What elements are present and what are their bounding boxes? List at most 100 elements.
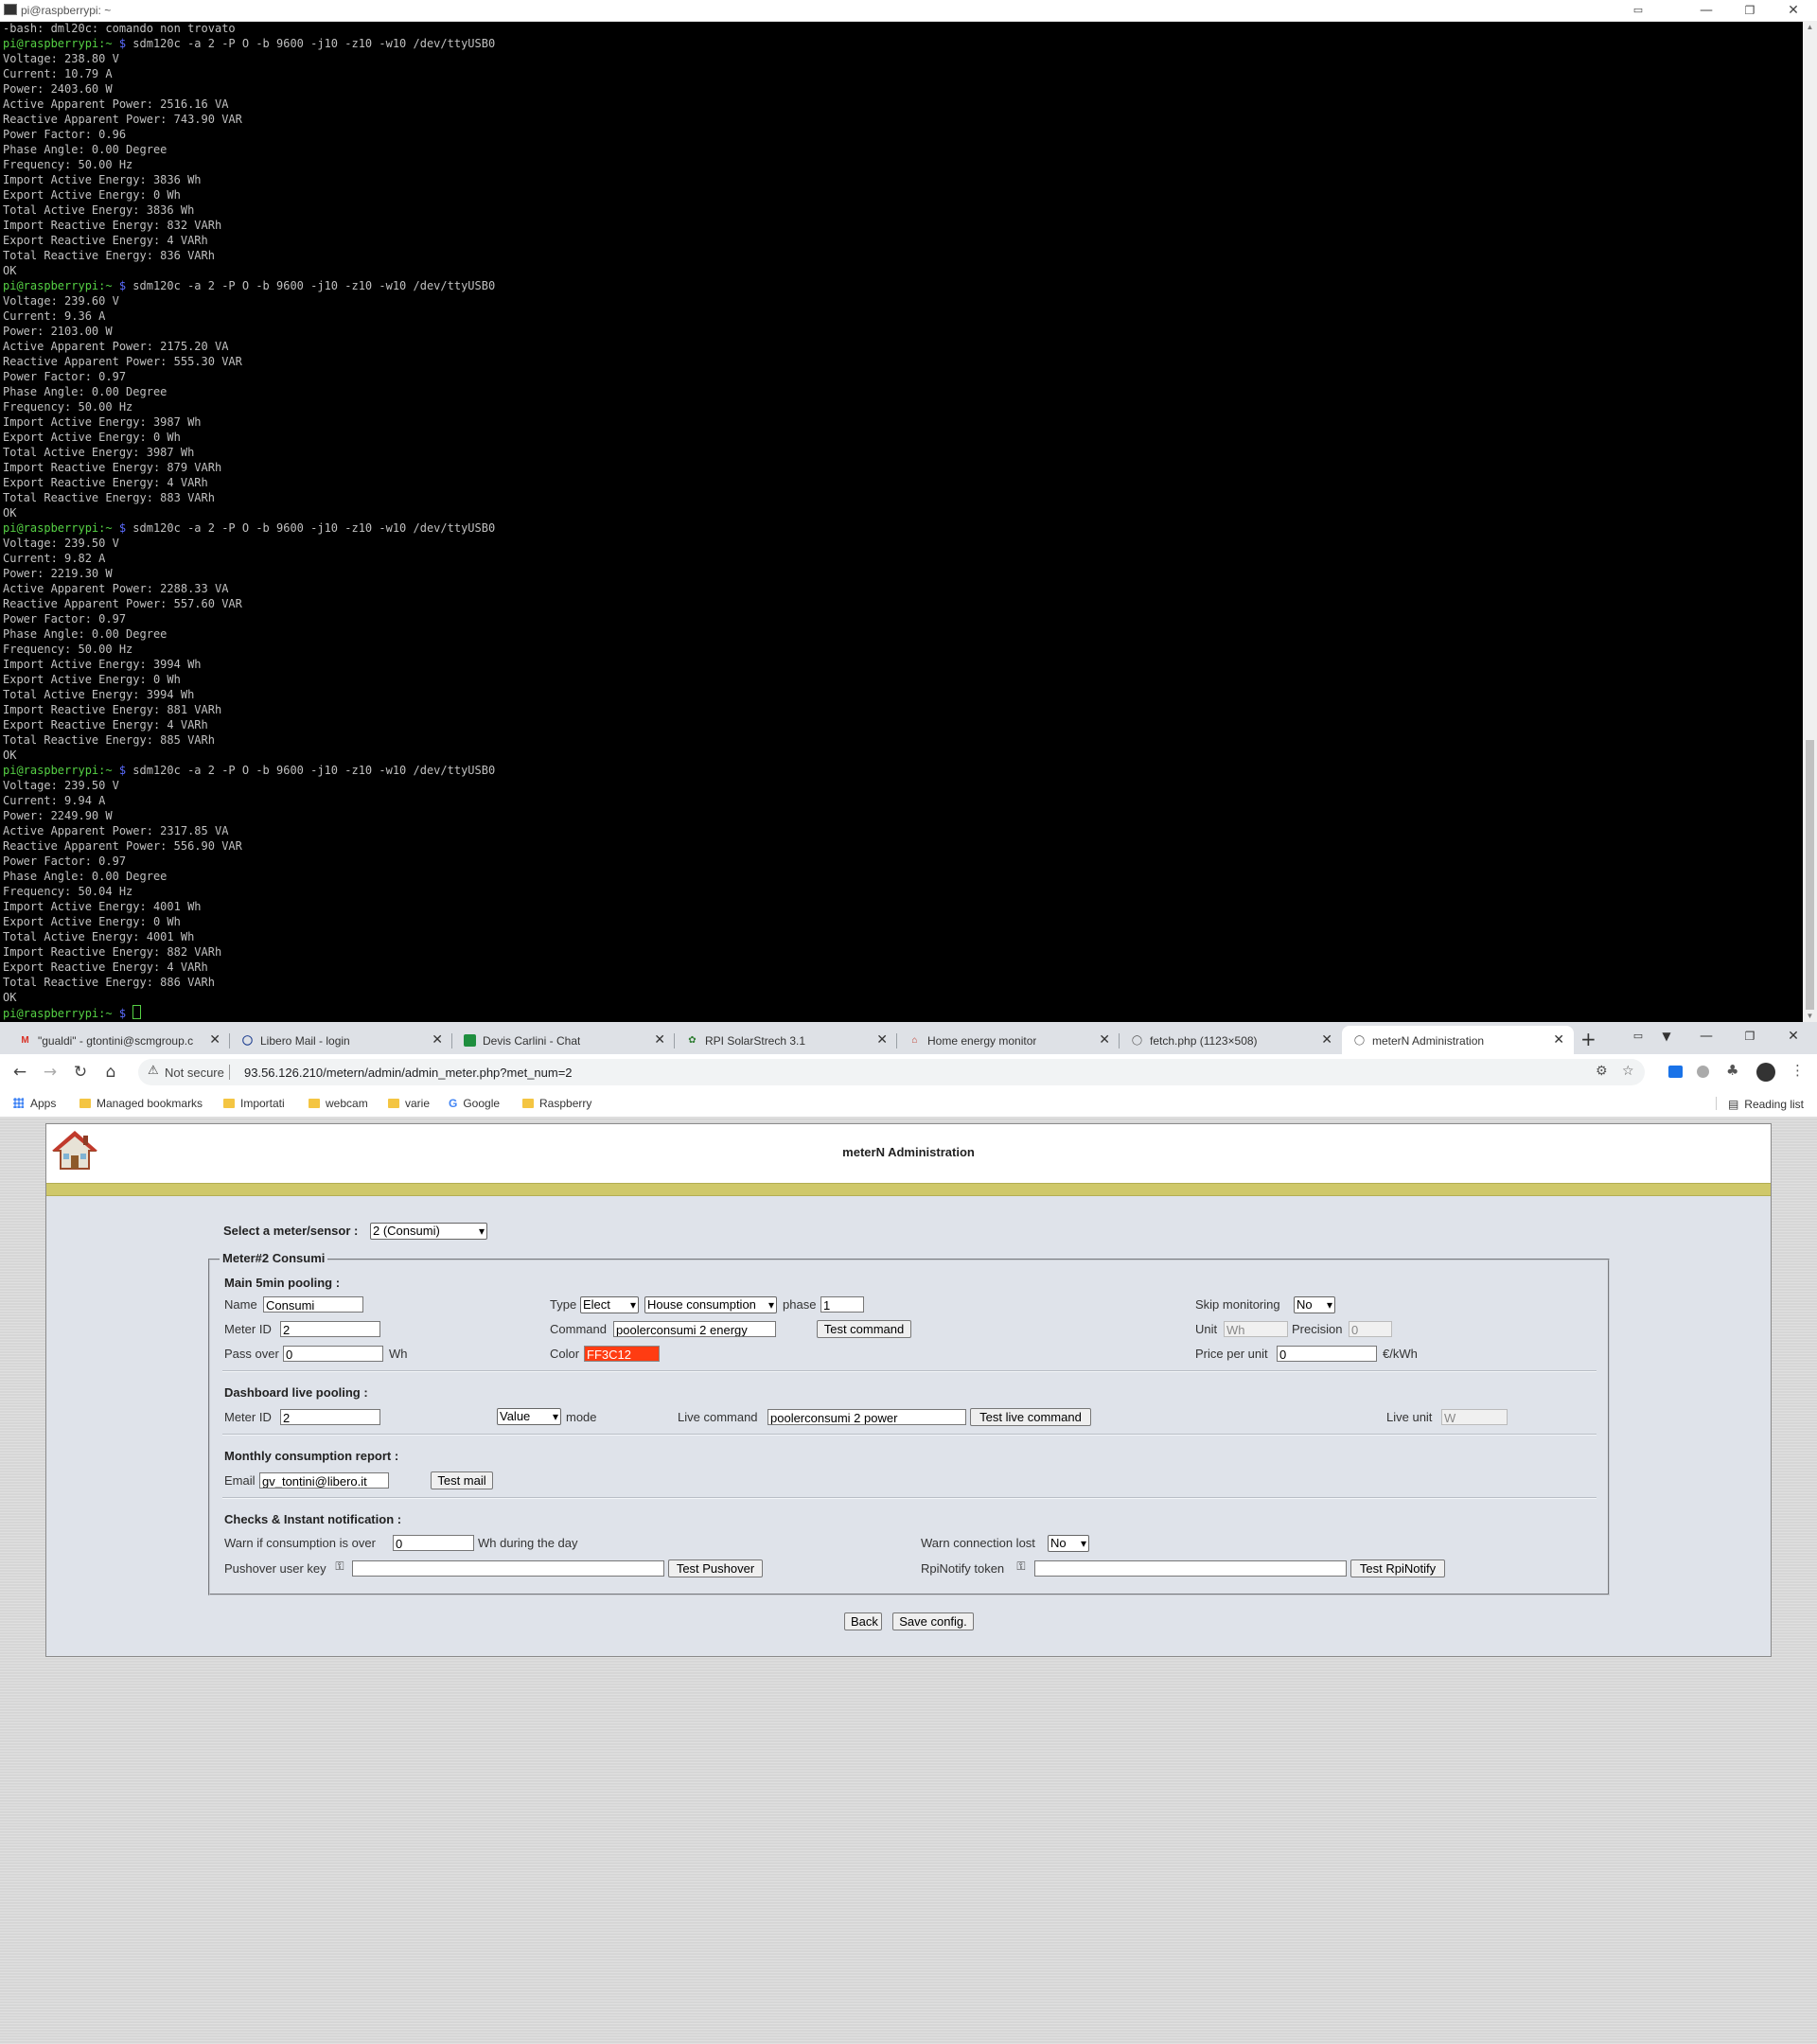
terminal-prompt-line: pi@raspberrypi:~ $ sdm120c -a 2 -P O -b … [3,36,1803,51]
test-command-button[interactable]: Test command [817,1320,911,1338]
security-label[interactable]: Not secure [165,1066,224,1080]
price-per-unit-input[interactable]: 0 [1277,1346,1377,1362]
save-config-button[interactable]: Save config. [892,1612,974,1630]
extension-icon[interactable] [1668,1066,1683,1078]
folder-icon [388,1099,399,1108]
admin-title: meterN Administration [842,1145,975,1159]
pass-over-input[interactable]: 0 [283,1346,383,1362]
tab-chat[interactable]: Devis Carlini - Chat ✕ [452,1026,675,1054]
bookmark-importati[interactable]: Importati [223,1097,285,1110]
tab-gmail[interactable]: M "gualdi" - gtontini@scmgroup.c ✕ [8,1026,230,1054]
new-tab-icon[interactable]: + [1580,1028,1596,1050]
restore-button[interactable]: ❐ [1728,0,1772,21]
globe-icon: ◯ [1353,1035,1366,1046]
tab-libero[interactable]: ◯ Libero Mail - login ✕ [230,1026,452,1054]
precision-input[interactable]: 0 [1349,1321,1392,1337]
tab-search-icon[interactable]: ▼ [1645,1022,1688,1050]
terminal-line: Power Factor: 0.96 [3,128,127,141]
scrollbar-thumb[interactable] [1806,740,1814,1010]
name-input[interactable]: Consumi [263,1296,363,1313]
terminal-line: Phase Angle: 0.00 Degree [3,385,168,398]
rpinotify-label: RpiNotify token [921,1561,1005,1576]
email-input[interactable]: gv_tontini@libero.it [259,1472,389,1489]
reading-list[interactable]: ▤ Reading list [1715,1097,1804,1111]
close-button[interactable]: ✕ [1772,1022,1815,1050]
tab-close-icon[interactable]: ✕ [1553,1032,1564,1048]
tab-fetch[interactable]: ◯ fetch.php (1123×508) ✕ [1120,1026,1342,1054]
meter-select[interactable]: 2 (Consumi) [370,1223,487,1240]
extension-icon[interactable] [1697,1066,1709,1078]
scroll-down-icon[interactable]: ▼ [1803,1012,1817,1020]
bookmark-raspberry[interactable]: Raspberry [522,1097,591,1110]
bookmark-apps[interactable]: Apps [13,1097,56,1110]
forward-arrow-icon[interactable]: → [38,1060,62,1084]
tab-close-icon[interactable]: ✕ [654,1032,665,1048]
minimize-button[interactable]: — [1685,1022,1728,1050]
unit-input[interactable]: Wh [1224,1321,1288,1337]
warn-consumption-input[interactable]: 0 [393,1535,474,1551]
bookmark-google[interactable]: G Google [449,1097,500,1110]
skip-monitoring-label: Skip monitoring [1195,1297,1280,1312]
translate-icon[interactable]: ⚙ [1596,1064,1608,1079]
tab-close-icon[interactable]: ✕ [876,1032,888,1048]
url-text[interactable]: 93.56.126.210/metern/admin/admin_meter.p… [244,1066,573,1080]
type-select[interactable]: Elect [580,1296,639,1313]
pushover-input[interactable] [352,1560,664,1577]
menu-kebab-icon[interactable]: ⋮ [1791,1062,1805,1079]
phase-input[interactable]: 1 [820,1296,864,1313]
skip-monitoring-select[interactable]: No [1294,1296,1335,1313]
type2-select[interactable]: House consumption [644,1296,777,1313]
tab-home-energy[interactable]: ⌂ Home energy monitor ✕ [897,1026,1120,1054]
terminal-line: Power: 2249.90 W [3,809,113,822]
tab-close-icon[interactable]: ✕ [1321,1032,1332,1048]
tab-close-icon[interactable]: ✕ [1099,1032,1110,1048]
test-live-command-button[interactable]: Test live command [970,1408,1091,1426]
section-divider [222,1370,1596,1372]
warning-icon[interactable]: ⚠ [148,1064,159,1078]
restore-button[interactable]: ❐ [1728,1022,1772,1050]
address-bar[interactable]: ⚠ Not secure 93.56.126.210/metern/admin/… [138,1059,1645,1085]
live-unit-input[interactable]: W [1441,1409,1508,1425]
email-label: Email [224,1473,256,1488]
folder-icon [309,1099,320,1108]
live-meter-id-input[interactable]: 2 [280,1409,380,1425]
window-snap-icon[interactable]: ▭ [1616,0,1660,21]
rpinotify-input[interactable] [1034,1560,1347,1577]
profile-avatar[interactable] [1756,1063,1775,1082]
tab-label: RPI SolarStrech 3.1 [705,1034,806,1048]
test-rpinotify-button[interactable]: Test RpiNotify [1350,1559,1445,1577]
prompt-user: pi@raspberrypi:~ [3,764,119,777]
extensions-puzzle-icon[interactable]: ♣ [1726,1062,1738,1079]
report-heading: Monthly consumption report : [224,1449,399,1463]
close-button[interactable]: ✕ [1772,0,1815,21]
live-mode-select[interactable]: Value [497,1408,561,1425]
color-input[interactable]: FF3C12 [584,1346,660,1362]
terminal-line: Reactive Apparent Power: 556.90 VAR [3,839,242,853]
select-meter-label: Select a meter/sensor : [223,1224,359,1238]
scroll-up-icon[interactable]: ▲ [1803,23,1817,31]
tab-close-icon[interactable]: ✕ [209,1032,221,1048]
tab-metern-admin[interactable]: ◯ meterN Administration ✕ [1342,1026,1574,1054]
bookmark-varie[interactable]: varie [388,1097,430,1110]
terminal-output[interactable]: -bash: dml20c: comando non trovato pi@ras… [0,21,1803,1022]
bookmark-star-icon[interactable]: ☆ [1622,1064,1634,1079]
reload-icon[interactable]: ↻ [68,1060,93,1084]
live-command-input[interactable]: poolerconsumi 2 power [767,1409,966,1425]
tab-close-icon[interactable]: ✕ [432,1032,443,1048]
metern-admin-panel: meterN Administration Select a meter/sen… [45,1123,1772,1657]
test-pushover-button[interactable]: Test Pushover [668,1559,763,1577]
home-icon[interactable]: ⌂ [98,1060,123,1084]
test-mail-button[interactable]: Test mail [431,1471,493,1489]
prompt-symbol: $ [118,764,133,777]
meter-id-label: Meter ID [224,1322,272,1336]
warn-connection-select[interactable]: No [1048,1535,1089,1552]
bookmark-managed[interactable]: Managed bookmarks [79,1097,203,1110]
tab-solarstrech[interactable]: ✿ RPI SolarStrech 3.1 ✕ [675,1026,897,1054]
terminal-scrollbar[interactable]: ▲ ▼ [1803,21,1817,1022]
back-button[interactable]: Back [844,1612,882,1630]
minimize-button[interactable]: — [1685,0,1728,21]
command-input[interactable]: poolerconsumi 2 energy [613,1321,776,1337]
bookmark-webcam[interactable]: webcam [309,1097,368,1110]
meter-id-input[interactable]: 2 [280,1321,380,1337]
back-arrow-icon[interactable]: ← [8,1060,32,1084]
